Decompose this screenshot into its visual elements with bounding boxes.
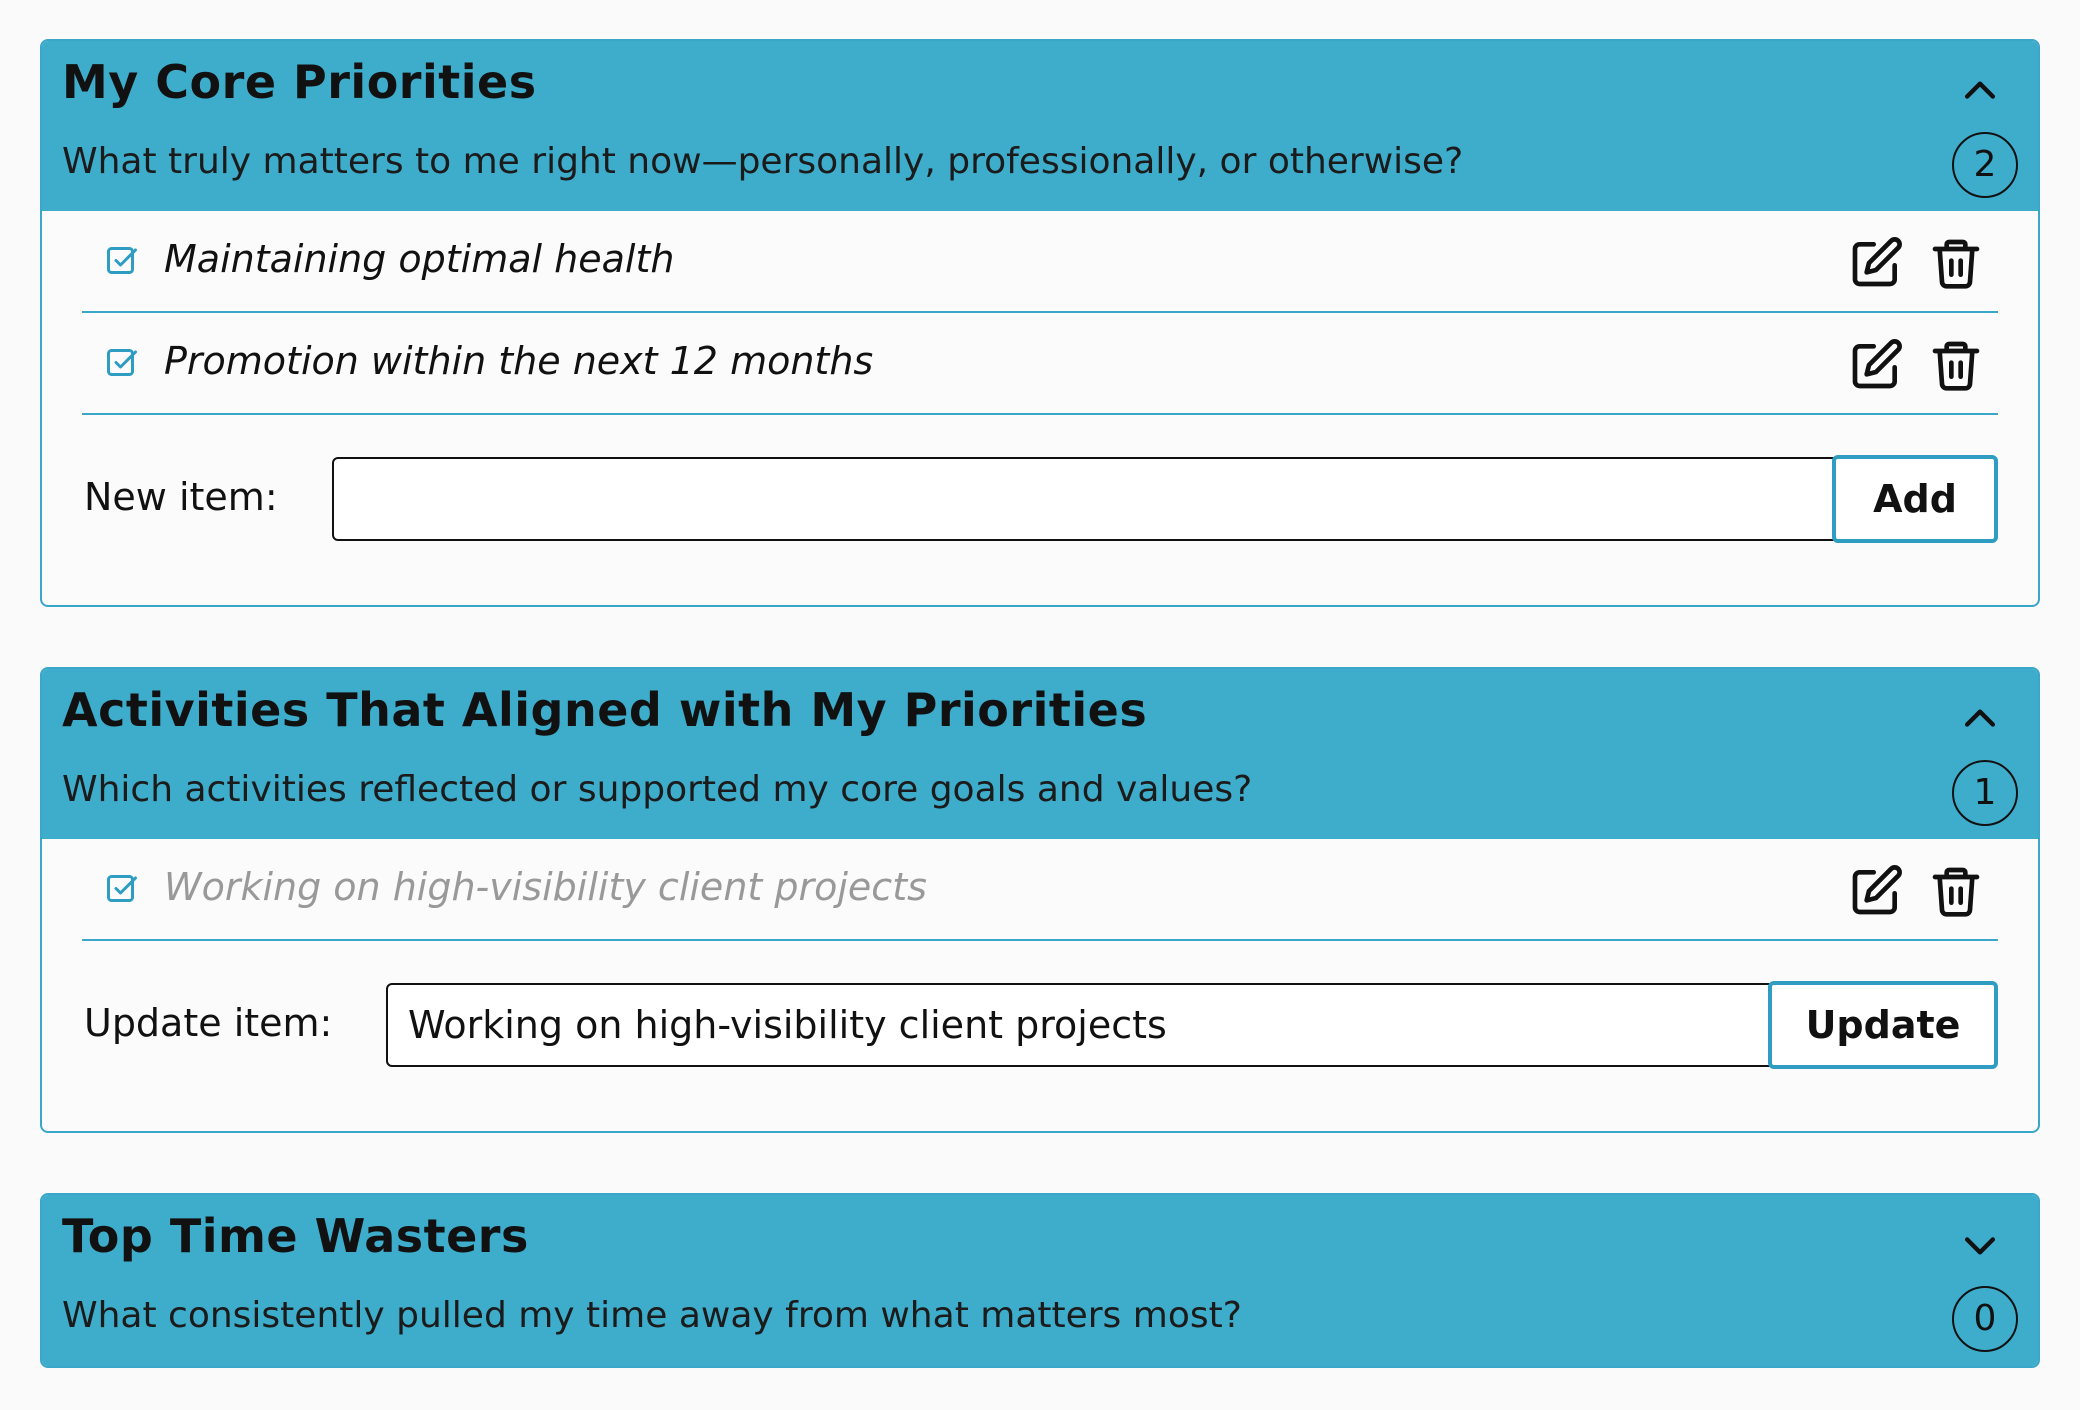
section-subtitle: What truly matters to me right now—perso… bbox=[62, 141, 1464, 182]
update-button[interactable]: Update bbox=[1768, 981, 1998, 1069]
section-title: My Core Priorities bbox=[62, 55, 537, 109]
edit-icon[interactable] bbox=[1848, 863, 1904, 919]
list-item-text: Maintaining optimal health bbox=[164, 237, 675, 281]
list-item: Working on high-visibility client projec… bbox=[82, 839, 1998, 941]
add-button[interactable]: Add bbox=[1832, 455, 1998, 543]
update-item-form: Update item: Update bbox=[82, 941, 1998, 1097]
section-aligned-activities: Activities That Aligned with My Prioriti… bbox=[40, 667, 2040, 1133]
new-item-form: New item: Add bbox=[82, 415, 1998, 585]
list-item: Promotion within the next 12 months bbox=[82, 313, 1998, 415]
chevron-up-icon[interactable] bbox=[1958, 697, 2002, 741]
section-time-wasters: Top Time Wasters What consistently pulle… bbox=[40, 1193, 2040, 1368]
trash-icon[interactable] bbox=[1928, 863, 1984, 919]
section-title: Activities That Aligned with My Prioriti… bbox=[62, 683, 1148, 737]
section-header[interactable]: Activities That Aligned with My Prioriti… bbox=[42, 669, 2038, 839]
new-item-input[interactable] bbox=[332, 457, 1852, 541]
checkbox-checked-icon[interactable] bbox=[104, 346, 140, 382]
trash-icon[interactable] bbox=[1928, 337, 1984, 393]
edit-icon[interactable] bbox=[1848, 337, 1904, 393]
item-count-badge: 0 bbox=[1952, 1286, 2018, 1352]
section-core-priorities: My Core Priorities What truly matters to… bbox=[40, 39, 2040, 607]
section-body: Maintaining optimal health Promotion wit… bbox=[42, 211, 2038, 585]
section-subtitle: Which activities reflected or supported … bbox=[62, 769, 1253, 810]
update-item-input[interactable] bbox=[386, 983, 1784, 1067]
edit-icon[interactable] bbox=[1848, 235, 1904, 291]
trash-icon[interactable] bbox=[1928, 235, 1984, 291]
update-item-label: Update item: bbox=[84, 1001, 333, 1045]
section-body: Working on high-visibility client projec… bbox=[42, 839, 2038, 1097]
section-header[interactable]: Top Time Wasters What consistently pulle… bbox=[42, 1195, 2038, 1366]
checkbox-checked-icon[interactable] bbox=[104, 872, 140, 908]
list-item-text: Promotion within the next 12 months bbox=[164, 339, 874, 383]
section-title: Top Time Wasters bbox=[62, 1209, 529, 1263]
list-item: Maintaining optimal health bbox=[82, 211, 1998, 313]
section-header[interactable]: My Core Priorities What truly matters to… bbox=[42, 41, 2038, 211]
section-subtitle: What consistently pulled my time away fr… bbox=[62, 1295, 1242, 1336]
checkbox-checked-icon[interactable] bbox=[104, 244, 140, 280]
list-item-text: Working on high-visibility client projec… bbox=[164, 865, 927, 909]
chevron-up-icon[interactable] bbox=[1958, 69, 2002, 113]
new-item-label: New item: bbox=[84, 475, 278, 519]
chevron-down-icon[interactable] bbox=[1958, 1223, 2002, 1267]
item-count-badge: 1 bbox=[1952, 760, 2018, 826]
item-count-badge: 2 bbox=[1952, 132, 2018, 198]
